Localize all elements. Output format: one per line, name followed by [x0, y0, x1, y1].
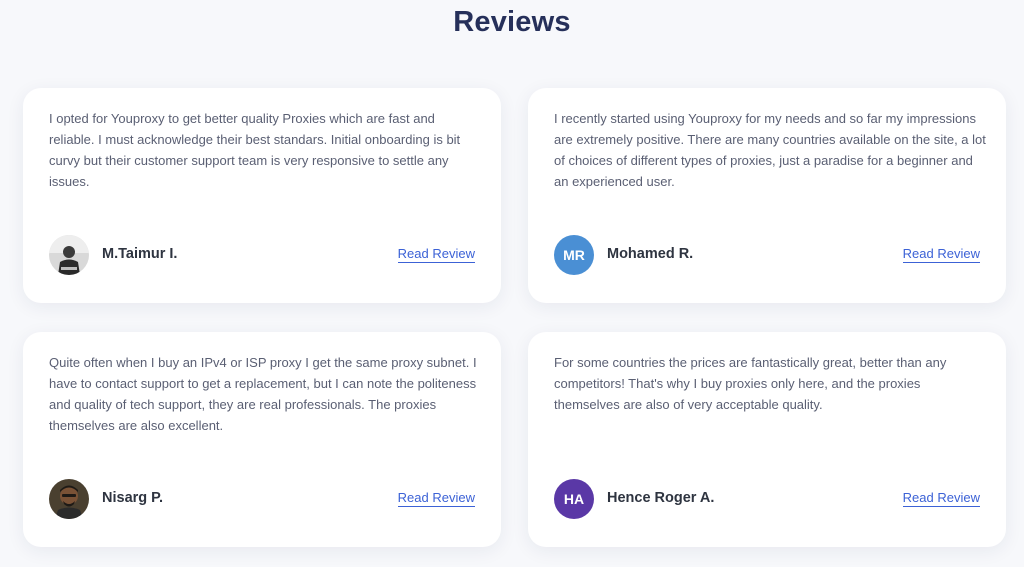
reviewer-name: Nisarg P. [102, 490, 163, 506]
reviewer-avatar: MR [554, 235, 594, 275]
read-review-link[interactable]: Read Review [397, 246, 475, 263]
review-footer: HA Hence Roger A. Read Review [554, 479, 980, 519]
reviewer-avatar [49, 479, 89, 519]
reviewer-name: Mohamed R. [607, 246, 694, 262]
review-footer: MR Mohamed R. Read Review [554, 235, 980, 275]
reviewer-avatar [49, 235, 89, 275]
review-text: For some countries the prices are fantas… [554, 355, 947, 412]
review-card: For some countries the prices are fantas… [528, 332, 1006, 547]
user-photo-icon [49, 479, 89, 519]
review-card: I opted for Youproxy to get better quali… [23, 88, 501, 303]
review-text: I recently started using Youproxy for my… [554, 111, 986, 189]
section-title: Reviews [453, 6, 571, 38]
review-text: Quite often when I buy an IPv4 or ISP pr… [49, 355, 477, 433]
review-card: I recently started using Youproxy for my… [528, 88, 1006, 303]
read-review-link[interactable]: Read Review [397, 490, 475, 507]
user-photo-icon [49, 235, 89, 275]
review-footer: Nisarg P. Read Review [49, 479, 475, 519]
read-review-link[interactable]: Read Review [902, 246, 980, 263]
review-footer: M.Taimur I. Read Review [49, 235, 475, 275]
reviewer-avatar: HA [554, 479, 594, 519]
review-card: Quite often when I buy an IPv4 or ISP pr… [23, 332, 501, 547]
reviewer-name: M.Taimur I. [102, 246, 178, 262]
read-review-link[interactable]: Read Review [902, 490, 980, 507]
reviewer-name: Hence Roger A. [607, 490, 715, 506]
review-text: I opted for Youproxy to get better quali… [49, 111, 461, 189]
